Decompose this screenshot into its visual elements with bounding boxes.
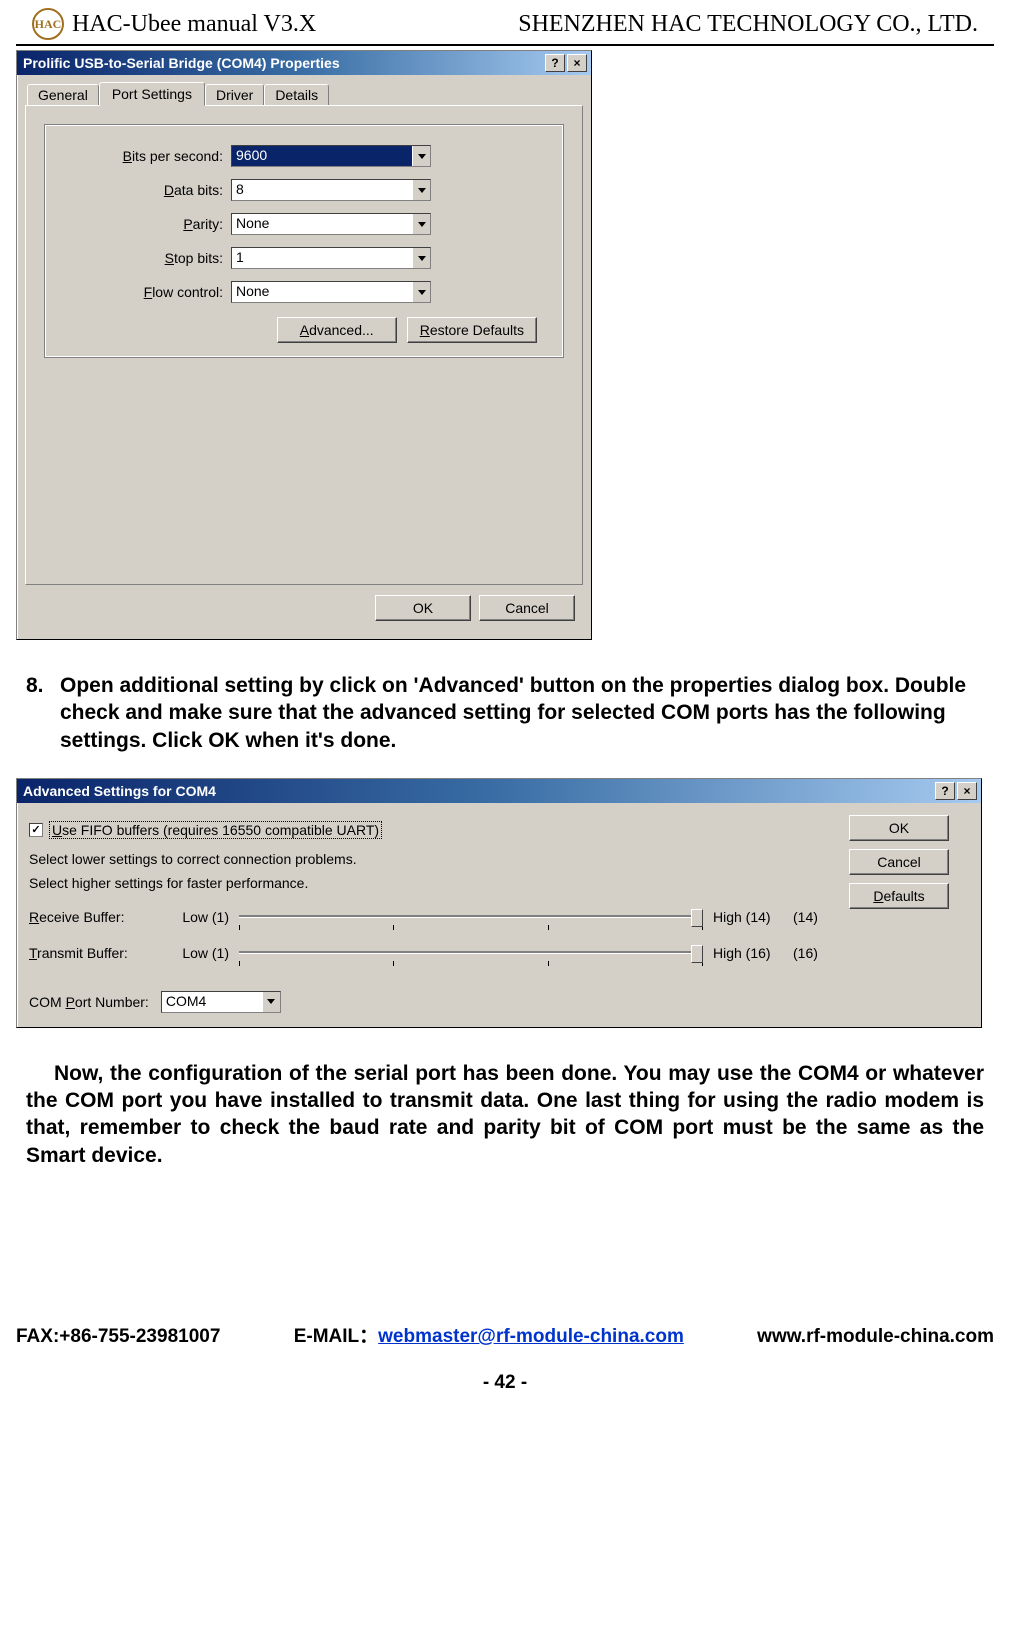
stop-bits-value: 1 — [232, 248, 412, 268]
flow-control-label: Flow control: — [61, 284, 231, 300]
chevron-down-icon[interactable] — [412, 248, 430, 268]
slider-thumb[interactable] — [691, 909, 703, 927]
bits-per-second-label: Bits per second: — [61, 148, 231, 164]
use-fifo-label: Use FIFO buffers (requires 16550 compati… — [49, 821, 382, 839]
defaults-button[interactable]: Defaults — [849, 883, 949, 909]
chevron-down-icon[interactable] — [262, 992, 280, 1012]
parity-combo[interactable]: None — [231, 213, 431, 235]
flow-control-value: None — [232, 282, 412, 302]
help-text-1: Select lower settings to correct connect… — [29, 851, 833, 867]
titlebar: Prolific USB-to-Serial Bridge (COM4) Pro… — [17, 51, 591, 75]
tab-strip: General Port Settings Driver Details — [25, 81, 583, 106]
receive-low: Low (1) — [169, 909, 229, 925]
help-text-2: Select higher settings for faster perfor… — [29, 875, 833, 891]
close-button[interactable]: × — [567, 54, 587, 72]
transmit-buffer-slider[interactable] — [239, 943, 703, 963]
com-properties-dialog: Prolific USB-to-Serial Bridge (COM4) Pro… — [16, 50, 592, 640]
email-block: E-MAIL：webmaster@rf-module-china.com — [294, 1321, 684, 1348]
fifo-group: Use FIFO buffers (requires 16550 compati… — [29, 815, 833, 969]
dialog-title: Prolific USB-to-Serial Bridge (COM4) Pro… — [23, 55, 543, 71]
close-button[interactable]: × — [957, 782, 977, 800]
chevron-down-icon[interactable] — [412, 146, 430, 166]
data-bits-combo[interactable]: 8 — [231, 179, 431, 201]
receive-high: High (14) — [713, 909, 783, 925]
logo-icon: HAC — [32, 8, 64, 40]
tab-general[interactable]: General — [27, 84, 99, 106]
website: www.rf-module-china.com — [757, 1326, 994, 1348]
transmit-value: (16) — [793, 945, 833, 961]
advanced-button[interactable]: Advanced... — [277, 317, 397, 343]
transmit-low: Low (1) — [169, 945, 229, 961]
help-button[interactable]: ? — [935, 782, 955, 800]
step-body: Open additional setting by click on 'Adv… — [60, 672, 984, 754]
flow-control-combo[interactable]: None — [231, 281, 431, 303]
fax-number: FAX:+86-755-23981007 — [16, 1326, 220, 1348]
data-bits-value: 8 — [232, 180, 412, 200]
com-port-number-label: COM Port Number: — [29, 994, 149, 1010]
parity-value: None — [232, 214, 412, 234]
chevron-down-icon[interactable] — [412, 282, 430, 302]
com-port-number-combo[interactable]: COM4 — [161, 991, 281, 1013]
step-number: 8. — [26, 672, 52, 754]
tab-driver[interactable]: Driver — [205, 84, 264, 106]
ok-button[interactable]: OK — [849, 815, 949, 841]
tab-details[interactable]: Details — [264, 84, 329, 106]
page-header: HAC HAC-Ubee manual V3.X SHENZHEN HAC TE… — [16, 0, 994, 46]
conclusion-text: Now, the configuration of the serial por… — [26, 1060, 984, 1169]
port-settings-group: Bits per second: 9600 Data bits: 8 Parit… — [44, 124, 564, 358]
advanced-settings-dialog: Advanced Settings for COM4 ? × Use FIFO … — [16, 778, 982, 1028]
help-button[interactable]: ? — [545, 54, 565, 72]
cancel-button[interactable]: Cancel — [479, 595, 575, 621]
receive-value: (14) — [793, 909, 833, 925]
titlebar: Advanced Settings for COM4 ? × — [17, 779, 981, 803]
stop-bits-label: Stop bits: — [61, 250, 231, 266]
data-bits-label: Data bits: — [61, 182, 231, 198]
restore-defaults-button[interactable]: Restore Defaults — [407, 317, 537, 343]
chevron-down-icon[interactable] — [412, 214, 430, 234]
use-fifo-checkbox[interactable] — [29, 823, 43, 837]
page-number: - 42 - — [16, 1372, 994, 1394]
email-link[interactable]: webmaster@rf-module-china.com — [378, 1326, 684, 1347]
receive-buffer-slider[interactable] — [239, 907, 703, 927]
stop-bits-combo[interactable]: 1 — [231, 247, 431, 269]
cancel-button[interactable]: Cancel — [849, 849, 949, 875]
step-8-text: 8. Open additional setting by click on '… — [26, 672, 984, 754]
bits-per-second-combo[interactable]: 9600 — [231, 145, 431, 167]
company-name: SHENZHEN HAC TECHNOLOGY CO., LTD. — [518, 11, 978, 38]
receive-buffer-label: Receive Buffer: — [29, 909, 159, 925]
email-label: E-MAIL： — [294, 1326, 378, 1347]
com-port-number-value: COM4 — [162, 992, 262, 1012]
chevron-down-icon[interactable] — [412, 180, 430, 200]
ok-button[interactable]: OK — [375, 595, 471, 621]
transmit-buffer-label: Transmit Buffer: — [29, 945, 159, 961]
parity-label: Parity: — [61, 216, 231, 232]
transmit-high: High (16) — [713, 945, 783, 961]
slider-thumb[interactable] — [691, 945, 703, 963]
tab-port-settings[interactable]: Port Settings — [99, 82, 205, 106]
doc-title: HAC-Ubee manual V3.X — [72, 11, 518, 38]
bits-per-second-value: 9600 — [232, 146, 412, 166]
page-footer: FAX:+86-755-23981007 E-MAIL：webmaster@rf… — [0, 1313, 1010, 1402]
dialog-title: Advanced Settings for COM4 — [23, 783, 933, 799]
tab-panel: Bits per second: 9600 Data bits: 8 Parit… — [25, 105, 583, 585]
